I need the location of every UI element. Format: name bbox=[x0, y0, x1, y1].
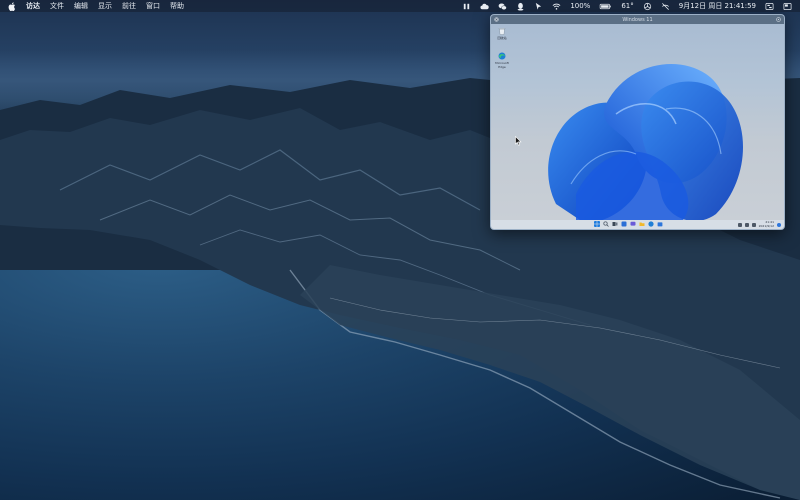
taskbar-clock[interactable]: 21:41 2021/9/12 bbox=[758, 220, 774, 228]
widgets-icon[interactable] bbox=[621, 221, 627, 227]
recycle-bin-shortcut[interactable]: 回收站 bbox=[495, 27, 509, 40]
menu-edit[interactable]: 编辑 bbox=[74, 0, 88, 12]
mouse-cursor-icon bbox=[515, 136, 522, 146]
task-view-icon[interactable] bbox=[612, 221, 618, 227]
apple-logo-icon[interactable] bbox=[8, 1, 17, 11]
menu-app-name[interactable]: 访达 bbox=[26, 0, 40, 12]
menu-bar: 访达 文件 编辑 显示 前往 窗口 帮助 100% 61° 9月12日 周日 2… bbox=[0, 0, 800, 12]
battery-icon[interactable] bbox=[599, 2, 612, 11]
edge-shortcut[interactable]: Microsoft Edge bbox=[495, 52, 509, 69]
notification-center-icon[interactable] bbox=[783, 2, 792, 11]
windows-taskbar: 21:41 2021/9/12 bbox=[491, 220, 784, 229]
recycle-bin-icon bbox=[498, 28, 506, 35]
wechat-icon[interactable] bbox=[498, 2, 507, 11]
edge-taskbar-icon[interactable] bbox=[648, 221, 654, 227]
edge-label: Microsoft Edge bbox=[495, 61, 509, 69]
file-explorer-icon[interactable] bbox=[639, 221, 645, 227]
desktop: 访达 文件 编辑 显示 前往 窗口 帮助 100% 61° 9月12日 周日 2… bbox=[0, 0, 800, 500]
vm-titlebar[interactable]: Windows 11 bbox=[491, 15, 784, 24]
tray-volume-icon[interactable] bbox=[751, 222, 756, 227]
no-wifi-icon[interactable] bbox=[661, 2, 670, 11]
windows-bloom-wallpaper bbox=[548, 64, 743, 220]
recycle-bin-label: 回收站 bbox=[497, 36, 507, 40]
store-icon[interactable] bbox=[657, 221, 663, 227]
fan-icon[interactable] bbox=[643, 2, 652, 11]
vm-window[interactable]: Windows 11 回收站 Microsoft Edge 21:41 2021… bbox=[490, 14, 785, 230]
parallels-status-icon[interactable] bbox=[462, 2, 471, 11]
vm-window-title: Windows 11 bbox=[622, 16, 653, 23]
tray-network-icon[interactable] bbox=[744, 222, 749, 227]
menu-go[interactable]: 前往 bbox=[122, 0, 136, 12]
menubar-clock[interactable]: 9月12日 周日 21:41:59 bbox=[679, 0, 756, 12]
edge-icon bbox=[498, 52, 506, 60]
cursor-app-icon[interactable] bbox=[534, 2, 543, 11]
close-icon[interactable] bbox=[494, 17, 499, 22]
gear-icon[interactable] bbox=[776, 17, 781, 22]
menu-help[interactable]: 帮助 bbox=[170, 0, 184, 12]
taskbar-apps bbox=[594, 221, 663, 227]
chat-icon[interactable] bbox=[630, 221, 636, 227]
taskbar-tray: 21:41 2021/9/12 bbox=[737, 220, 781, 228]
tray-chevron-up-icon[interactable] bbox=[737, 222, 742, 227]
cloud-icon[interactable] bbox=[480, 2, 489, 11]
menu-file[interactable]: 文件 bbox=[50, 0, 64, 12]
windows-desktop[interactable]: 回收站 Microsoft Edge bbox=[491, 24, 784, 220]
temperature-readout[interactable]: 61° bbox=[621, 0, 633, 12]
control-center-icon[interactable] bbox=[765, 2, 774, 11]
menu-view[interactable]: 显示 bbox=[98, 0, 112, 12]
notification-dot-icon[interactable] bbox=[777, 222, 781, 227]
taskbar-date: 2021/9/12 bbox=[758, 223, 774, 228]
menu-window[interactable]: 窗口 bbox=[146, 0, 160, 12]
windows-start-icon[interactable] bbox=[594, 221, 600, 227]
search-icon[interactable] bbox=[603, 221, 609, 227]
battery-percentage: 100% bbox=[570, 2, 591, 10]
qq-icon[interactable] bbox=[516, 2, 525, 11]
wifi-icon[interactable] bbox=[552, 2, 561, 11]
